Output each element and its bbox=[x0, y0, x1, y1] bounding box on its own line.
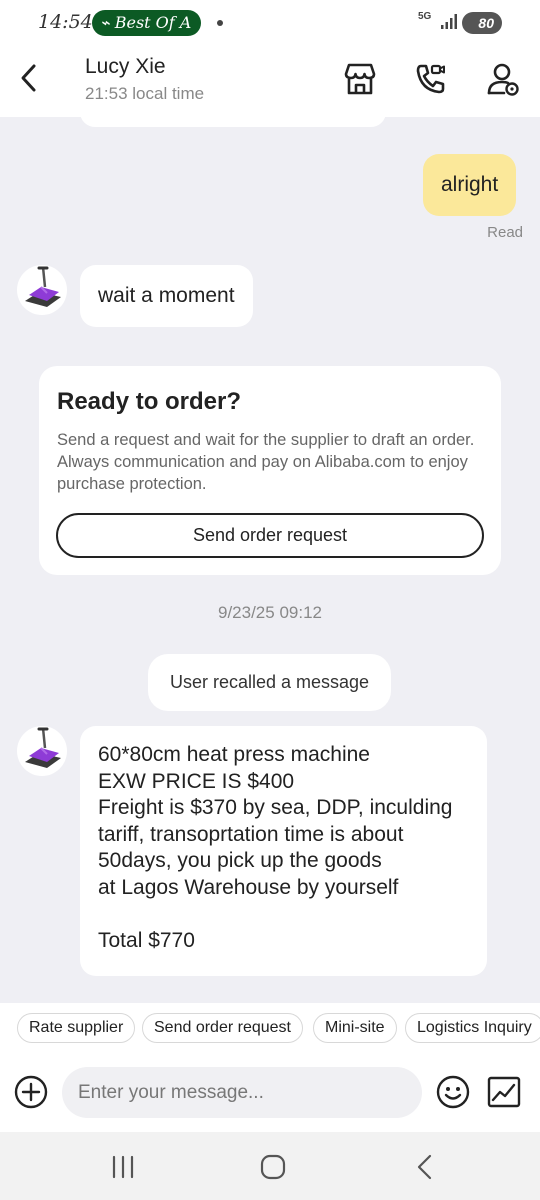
read-receipt: Read bbox=[487, 224, 523, 241]
network-type: 5G bbox=[418, 11, 432, 22]
previous-message-bubble bbox=[80, 117, 386, 127]
message-line: at Lagos Warehouse by yourself bbox=[98, 875, 399, 899]
status-bar: 14:54 ⌁ Best Of A 5G 80 bbox=[0, 0, 540, 44]
message-line: EXW PRICE IS $400 bbox=[98, 769, 295, 793]
message-line: 50days, you pick up the goods bbox=[98, 849, 382, 872]
chat-area[interactable]: alright Read wait a moment Ready to orde… bbox=[0, 117, 540, 1003]
send-order-request-button[interactable]: Send order request bbox=[56, 513, 484, 558]
message-line: tariff, transoprtation time is about bbox=[98, 822, 404, 846]
order-card-title: Ready to order? bbox=[57, 388, 242, 415]
contact-name[interactable]: Lucy Xie bbox=[85, 55, 166, 79]
message-composer bbox=[0, 1055, 540, 1132]
system-navigation-bar bbox=[0, 1132, 540, 1200]
chat-header: Lucy Xie 21:53 local time bbox=[0, 44, 540, 117]
battery-indicator: 80 bbox=[462, 12, 502, 34]
message-line: Freight is $370 by sea, DDP, inculding bbox=[98, 796, 453, 819]
plus-circle-icon[interactable] bbox=[14, 1075, 48, 1109]
emoji-icon[interactable] bbox=[436, 1075, 470, 1109]
signal-icon bbox=[441, 14, 457, 29]
message-timestamp: 9/23/25 09:12 bbox=[218, 603, 322, 622]
logistics-inquiry-chip[interactable]: Logistics Inquiry bbox=[405, 1013, 540, 1043]
status-time: 14:54 bbox=[38, 11, 93, 33]
send-order-request-chip[interactable]: Send order request bbox=[142, 1013, 303, 1043]
image-icon[interactable] bbox=[487, 1076, 521, 1108]
video-call-icon[interactable] bbox=[412, 60, 450, 98]
message-line: 60*80cm heat press machine bbox=[98, 743, 370, 766]
supplier-avatar[interactable] bbox=[17, 265, 67, 315]
notification-pill-text: Best Of A bbox=[114, 13, 192, 32]
incoming-quote-message[interactable]: 60*80cm heat press machine EXW PRICE IS … bbox=[80, 726, 487, 976]
notification-pill: ⌁ Best Of A bbox=[92, 10, 202, 36]
message-line bbox=[98, 901, 469, 928]
back-icon[interactable] bbox=[14, 58, 44, 98]
supplier-avatar[interactable] bbox=[17, 726, 67, 776]
outgoing-message[interactable]: alright bbox=[423, 154, 517, 216]
rate-supplier-chip[interactable]: Rate supplier bbox=[17, 1013, 136, 1043]
recalled-notice: User recalled a message bbox=[148, 654, 391, 711]
recent-apps-icon[interactable] bbox=[108, 1152, 138, 1182]
pulse-icon: ⌁ bbox=[100, 13, 115, 32]
back-nav-icon[interactable] bbox=[410, 1152, 440, 1182]
message-line: Total $770 bbox=[98, 928, 195, 952]
store-icon[interactable] bbox=[341, 60, 379, 98]
contact-profile-icon[interactable] bbox=[484, 60, 522, 98]
incoming-message[interactable]: wait a moment bbox=[80, 265, 253, 327]
local-time: 21:53 local time bbox=[85, 84, 205, 103]
home-icon[interactable] bbox=[258, 1152, 288, 1182]
message-input[interactable] bbox=[62, 1067, 422, 1118]
heat-press-image bbox=[25, 727, 61, 768]
mini-site-chip[interactable]: Mini-site bbox=[313, 1013, 397, 1043]
order-request-card: Ready to order? Send a request and wait … bbox=[39, 366, 501, 575]
notification-dot bbox=[217, 20, 223, 26]
quick-actions-bar: Rate supplier Send order request Mini-si… bbox=[0, 1003, 540, 1055]
order-card-description: Send a request and wait for the supplier… bbox=[57, 431, 475, 493]
heat-press-image bbox=[25, 266, 61, 307]
